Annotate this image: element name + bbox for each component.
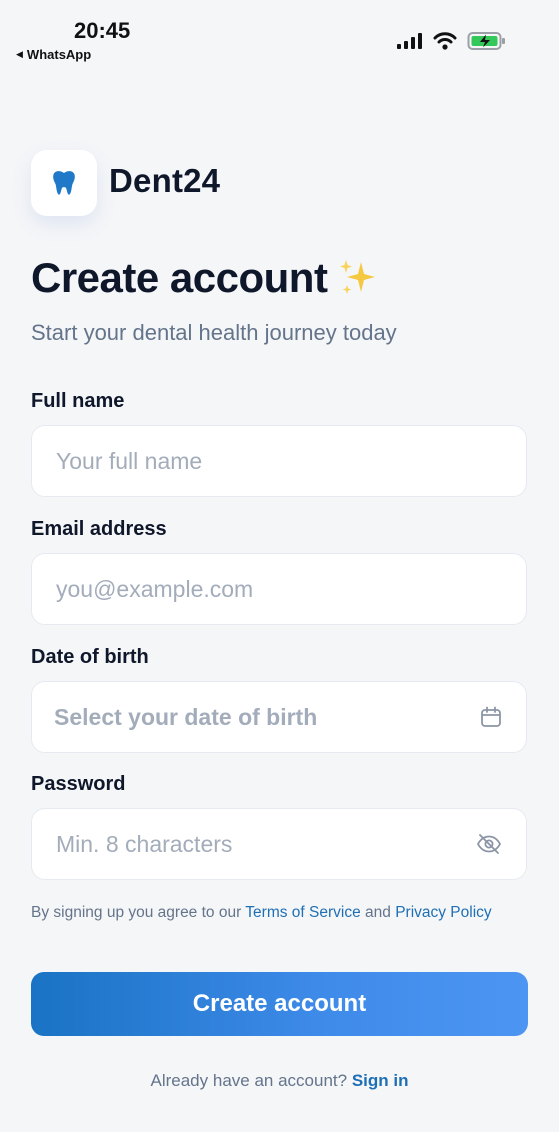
eye-off-icon[interactable] (476, 833, 502, 855)
back-to-app-link[interactable]: ◀ WhatsApp (16, 47, 91, 62)
wifi-icon (433, 32, 457, 50)
terms-of-service-link[interactable]: Terms of Service (245, 904, 360, 921)
back-app-label: WhatsApp (26, 47, 92, 62)
signin-row: Already have an account? Sign in (0, 1071, 559, 1091)
terms-and: and (360, 904, 396, 921)
dob-picker[interactable]: Select your date of birth (31, 681, 527, 753)
email-input[interactable] (56, 575, 456, 603)
create-account-button[interactable]: Create account (31, 972, 528, 1036)
page-subtitle: Start your dental health journey today (31, 320, 397, 345)
dob-label: Date of birth (31, 646, 149, 668)
full-name-input[interactable] (56, 447, 456, 475)
password-input[interactable] (56, 830, 456, 858)
full-name-label: Full name (31, 390, 125, 412)
email-label: Email address (31, 518, 167, 540)
sign-in-link[interactable]: Sign in (352, 1071, 409, 1090)
battery-charging-icon (467, 32, 505, 50)
privacy-policy-link[interactable]: Privacy Policy (395, 904, 491, 921)
page-title-text: Create account (31, 254, 328, 301)
status-time: 20:45 (74, 18, 131, 43)
calendar-icon[interactable] (480, 706, 502, 728)
cellular-signal-icon (397, 33, 422, 49)
full-name-field[interactable] (31, 425, 527, 497)
password-label: Password (31, 773, 126, 795)
terms-text: By signing up you agree to our Terms of … (31, 901, 531, 925)
back-arrow-icon: ◀ (16, 49, 23, 59)
brand-name: Dent24 (109, 162, 221, 199)
terms-prefix: By signing up you agree to our (31, 904, 246, 921)
password-field[interactable] (31, 808, 527, 880)
dob-placeholder: Select your date of birth (54, 703, 318, 730)
sparkles-icon (340, 260, 376, 294)
signin-prompt: Already have an account? (150, 1071, 352, 1090)
brand-logo (31, 150, 97, 216)
page-title: Create account (31, 254, 381, 302)
email-field[interactable] (31, 553, 527, 625)
tooth-icon (53, 171, 75, 195)
status-icons (397, 31, 507, 51)
